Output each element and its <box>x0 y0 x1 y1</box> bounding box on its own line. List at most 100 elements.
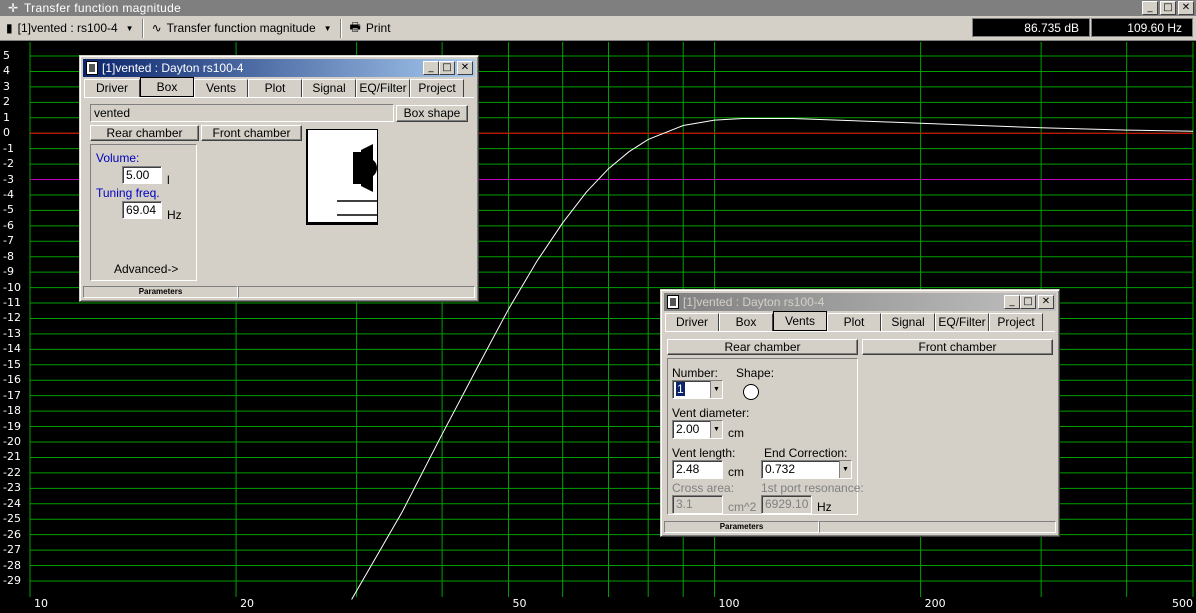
print-label: Print <box>365 21 391 35</box>
x-tick-label: 20 <box>240 597 255 610</box>
x-tick-label: 100 <box>718 597 740 610</box>
tuning-input[interactable]: 69.04 <box>122 201 162 219</box>
y-tick-label: -29 <box>3 573 21 587</box>
y-tick-label: 1 <box>3 110 10 124</box>
vents-window-tabs: Driver Box Vents Plot Signal EQ/Filter P… <box>665 311 1043 331</box>
document-icon <box>667 295 679 309</box>
vents-window-controls: _ □ ✕ <box>1004 295 1054 309</box>
project-select-label: [1]vented : rs100-4 <box>17 21 118 35</box>
tab-box[interactable]: Box <box>719 313 773 331</box>
box-window-tabs: Driver Box Vents Plot Signal EQ/Filter P… <box>84 77 464 97</box>
tab-vents[interactable]: Vents <box>773 311 827 331</box>
status-parameters: Parameters <box>83 286 238 298</box>
tab-eq-filter[interactable]: EQ/Filter <box>356 79 410 97</box>
tab-signal[interactable]: Signal <box>302 79 356 97</box>
tab-driver[interactable]: Driver <box>84 79 140 97</box>
y-tick-label: -18 <box>3 404 21 418</box>
number-select[interactable]: 1 ▼ <box>672 380 723 399</box>
print-button[interactable]: 🖶 Print <box>344 18 397 39</box>
close-button[interactable]: ✕ <box>457 61 473 75</box>
graph-select[interactable]: ∿ Transfer function magnitude ▼ <box>146 18 338 39</box>
tab-panel-border <box>84 97 474 98</box>
tab-panel-border <box>665 331 1055 332</box>
tab-project[interactable]: Project <box>989 313 1043 331</box>
volume-input[interactable]: 5.00 <box>122 166 162 184</box>
front-chamber-button[interactable]: Front chamber <box>862 339 1053 355</box>
cross-area-unit: cm^2 <box>728 500 757 514</box>
minimize-button[interactable]: _ <box>1142 1 1158 15</box>
y-tick-label: -20 <box>3 435 21 448</box>
tab-plot[interactable]: Plot <box>248 79 302 97</box>
speaker-icon: ▮ <box>6 21 13 35</box>
cross-area-label: Cross area: <box>672 481 735 495</box>
length-label: Vent length: <box>672 446 736 460</box>
tab-plot[interactable]: Plot <box>827 313 881 331</box>
y-tick-label: 4 <box>3 64 10 78</box>
y-tick-label: 3 <box>3 79 10 93</box>
advanced-link[interactable]: Advanced-> <box>114 262 178 276</box>
app-title: Transfer function magnitude <box>24 1 182 15</box>
vents-window-title: [1]vented : Dayton rs100-4 <box>683 295 825 309</box>
maximize-button[interactable]: □ <box>439 61 455 75</box>
graph-select-label: Transfer function magnitude <box>166 21 316 35</box>
tuning-unit: Hz <box>167 208 182 222</box>
port-resonance-field: 6929.10 <box>761 495 812 514</box>
port-resonance-unit: Hz <box>817 500 832 514</box>
y-tick-label: -5 <box>3 203 14 217</box>
rear-chamber-button[interactable]: Rear chamber <box>667 339 858 355</box>
close-button[interactable]: ✕ <box>1178 1 1194 15</box>
rear-chamber-button[interactable]: Rear chamber <box>90 125 199 141</box>
maximize-button[interactable]: □ <box>1160 1 1176 15</box>
vents-window-titlebar[interactable]: [1]vented : Dayton rs100-4 _ □ ✕ <box>664 293 1056 311</box>
diameter-value: 2.00 <box>676 422 700 436</box>
tab-box[interactable]: Box <box>140 77 194 97</box>
number-value: 1 <box>676 382 685 396</box>
box-window-titlebar[interactable]: [1]vented : Dayton rs100-4 _ □ ✕ <box>83 59 475 77</box>
hz-readout: 109.60 Hz <box>1091 18 1193 37</box>
y-tick-label: -1 <box>3 141 14 155</box>
y-tick-label: -8 <box>3 249 14 263</box>
end-correction-select[interactable]: 0.732 ▼ <box>761 460 852 479</box>
number-label: Number: <box>672 366 719 380</box>
length-unit: cm <box>728 465 744 479</box>
tab-signal[interactable]: Signal <box>881 313 935 331</box>
volume-label: Volume: <box>96 151 140 165</box>
minimize-button[interactable]: _ <box>423 61 439 75</box>
diameter-select[interactable]: 2.00 ▼ <box>672 420 723 439</box>
toolbar-separator <box>141 18 144 38</box>
chevron-down-icon: ▼ <box>323 23 332 33</box>
box-diagram <box>306 129 378 225</box>
maximize-button[interactable]: □ <box>1020 295 1036 309</box>
end-correction-value: 0.732 <box>765 462 796 476</box>
length-input[interactable]: 2.48 <box>672 460 723 479</box>
y-tick-label: -9 <box>3 265 14 279</box>
volume-unit: l <box>167 173 170 187</box>
front-chamber-button[interactable]: Front chamber <box>201 125 302 141</box>
y-tick-label: -3 <box>3 172 14 186</box>
crosshair-icon: ✛ <box>7 1 19 15</box>
y-tick-label: -22 <box>3 465 21 479</box>
tab-driver[interactable]: Driver <box>665 313 719 331</box>
cross-area-field: 3.1 <box>672 495 723 514</box>
close-button[interactable]: ✕ <box>1038 295 1054 309</box>
y-tick-label: -17 <box>3 388 21 402</box>
y-tick-label: -7 <box>3 234 14 248</box>
window-controls: _ □ ✕ <box>1142 1 1194 15</box>
minimize-button[interactable]: _ <box>1004 295 1020 309</box>
project-select[interactable]: ▮ [1]vented : rs100-4 ▼ <box>0 18 140 39</box>
y-tick-label: -19 <box>3 419 21 433</box>
tab-project[interactable]: Project <box>410 79 464 97</box>
chevron-down-icon[interactable]: ▼ <box>710 381 722 398</box>
tab-vents[interactable]: Vents <box>194 79 248 97</box>
circle-shape-icon[interactable] <box>743 384 759 400</box>
chevron-down-icon[interactable]: ▼ <box>710 421 722 438</box>
x-tick-label: 10 <box>34 597 48 610</box>
y-tick-label: -26 <box>3 527 21 541</box>
diameter-unit: cm <box>728 426 744 440</box>
tab-eq-filter[interactable]: EQ/Filter <box>935 313 989 331</box>
chevron-down-icon[interactable]: ▼ <box>839 461 851 478</box>
x-tick-label: 500 <box>1172 597 1193 610</box>
box-window-statusbar: Parameters <box>83 286 475 298</box>
status-pane <box>819 521 1056 533</box>
box-shape-button[interactable]: Box shape <box>396 105 468 122</box>
